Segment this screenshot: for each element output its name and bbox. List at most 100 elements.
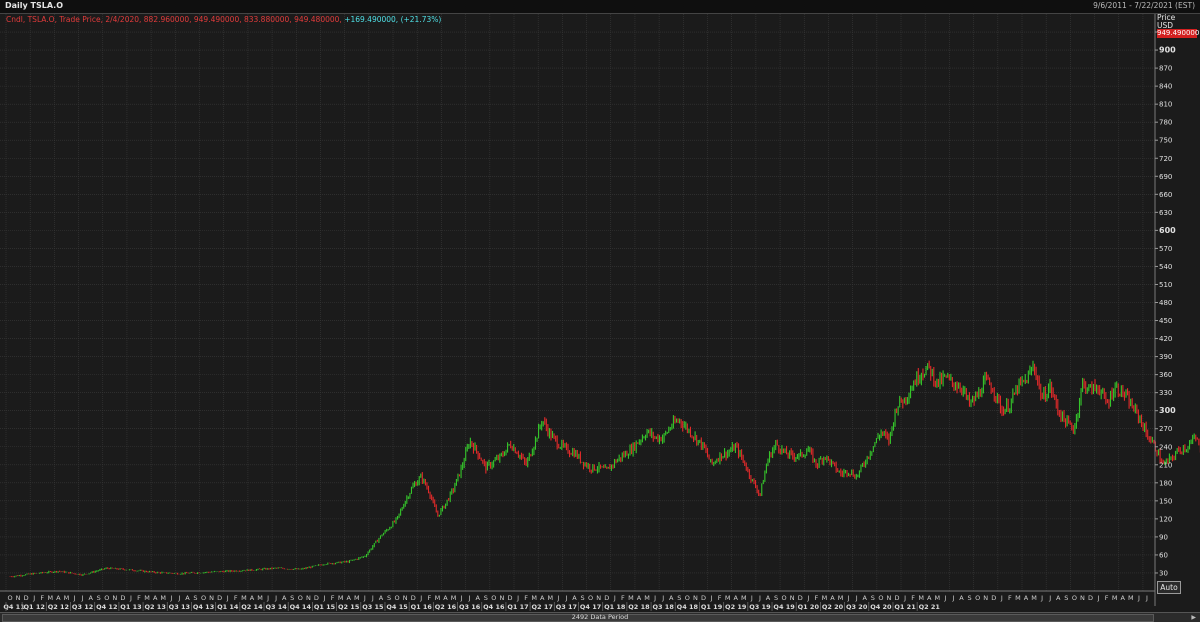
month-tick-label: O	[588, 594, 593, 602]
month-tick-label: M	[531, 594, 537, 602]
month-tick-label: S	[677, 594, 681, 602]
month-tick-label: M	[725, 594, 731, 602]
month-tick-label: F	[234, 594, 238, 602]
month-tick-label: J	[73, 594, 76, 602]
month-tick-label: S	[968, 594, 972, 602]
quarter-tick-label: Q3 19	[749, 603, 771, 611]
quarter-tick-label: Q3 20	[846, 603, 868, 611]
month-tick-label: D	[24, 594, 29, 602]
quarter-tick-label: Q2 14	[241, 603, 263, 611]
price-tick-label: 780	[1159, 119, 1172, 127]
price-tick-label: 450	[1159, 317, 1172, 325]
month-tick-label: J	[177, 594, 180, 602]
quarter-tick-label: Q1 21	[894, 603, 916, 611]
month-tick-label: M	[1031, 594, 1037, 602]
month-tick-label: J	[943, 594, 946, 602]
price-tick-label: 600	[1159, 226, 1176, 235]
quarter-tick-label: Q3 18	[652, 603, 674, 611]
month-tick-label: D	[507, 594, 512, 602]
price-chart[interactable]: 30 60 90 120 150 180 210 240 270 300 330 360 390 420 4…	[0, 14, 1200, 612]
price-tick-label: 150	[1159, 497, 1172, 505]
month-tick-label: D	[120, 594, 125, 602]
month-tick-label: O	[298, 594, 303, 602]
price-tick-label: 420	[1159, 335, 1172, 343]
month-tick-label: J	[129, 594, 132, 602]
auto-scale-button[interactable]: Auto	[1157, 581, 1181, 594]
price-tick-label: 870	[1159, 65, 1172, 73]
month-tick-label: D	[798, 594, 803, 602]
month-tick-label: A	[475, 594, 480, 602]
price-tick-label: 570	[1159, 245, 1172, 253]
quarter-tick-label: Q3 14	[265, 603, 287, 611]
month-tick-label: A	[185, 594, 190, 602]
price-tick-label: 510	[1159, 281, 1172, 289]
month-tick-label: A	[669, 594, 674, 602]
month-tick-label: S	[484, 594, 488, 602]
quarter-tick-label: Q1 19	[701, 603, 723, 611]
legend-series-text: Cndl, TSLA.O, Trade Price, 2/4/2020, 882…	[6, 15, 342, 24]
quarter-tick-label: Q1 15	[314, 603, 336, 611]
quarter-tick-label: Q3 12	[72, 603, 93, 611]
month-tick-label: J	[564, 594, 567, 602]
month-tick-label: J	[1048, 594, 1051, 602]
quarter-tick-label: Q1 16	[411, 603, 433, 611]
month-tick-label: O	[685, 594, 690, 602]
month-tick-label: F	[911, 594, 915, 602]
month-tick-label: J	[363, 594, 366, 602]
month-tick-label: J	[1040, 594, 1043, 602]
quarter-tick-label: Q3 16	[459, 603, 481, 611]
month-tick-label: A	[766, 594, 771, 602]
month-tick-label: M	[48, 594, 54, 602]
month-tick-label: N	[209, 594, 214, 602]
month-tick-label: F	[331, 594, 335, 602]
month-tick-label: M	[354, 594, 360, 602]
month-tick-label: J	[226, 594, 229, 602]
month-tick-label: A	[379, 594, 384, 602]
month-tick-label: J	[653, 594, 656, 602]
month-tick-label: A	[637, 594, 642, 602]
quarter-tick-label: Q2 18	[628, 603, 650, 611]
month-tick-label: M	[144, 594, 150, 602]
month-tick-label: S	[580, 594, 584, 602]
month-tick-label: M	[338, 594, 344, 602]
quarter-tick-label: Q4 15	[386, 603, 408, 611]
month-tick-label: N	[983, 594, 988, 602]
price-tick-label: 30	[1159, 569, 1168, 577]
month-tick-label: M	[451, 594, 457, 602]
month-tick-label: O	[395, 594, 400, 602]
price-tick-label: 180	[1159, 479, 1172, 487]
month-tick-label: J	[951, 594, 954, 602]
month-tick-label: O	[104, 594, 109, 602]
month-tick-label: N	[16, 594, 21, 602]
price-tick-label: 60	[1159, 551, 1168, 559]
month-tick-label: J	[371, 594, 374, 602]
month-tick-label: A	[1024, 594, 1029, 602]
month-tick-label: J	[274, 594, 277, 602]
price-tick-label: 540	[1159, 263, 1172, 271]
month-tick-label: F	[814, 594, 818, 602]
month-tick-label: J	[613, 594, 616, 602]
month-tick-label: A	[540, 594, 545, 602]
month-tick-label: D	[217, 594, 222, 602]
price-tick-label: 270	[1159, 425, 1172, 433]
month-tick-label: M	[257, 594, 263, 602]
quarter-tick-label: Q2 19	[725, 603, 747, 611]
month-tick-label: A	[863, 594, 868, 602]
price-tick-label: 750	[1159, 137, 1172, 145]
date-range: 9/6/2011 - 7/22/2021 (EST)	[1093, 1, 1195, 10]
quarter-tick-label: Q2 12	[48, 603, 69, 611]
quarter-tick-label: Q3 17	[556, 603, 577, 611]
month-tick-label: D	[701, 594, 706, 602]
month-tick-label: N	[790, 594, 795, 602]
month-tick-label: J	[516, 594, 519, 602]
month-tick-label: J	[323, 594, 326, 602]
month-tick-label: J	[855, 594, 858, 602]
month-tick-label: N	[499, 594, 504, 602]
price-tick-label: 390	[1159, 353, 1172, 361]
quarter-tick-label: Q2 17	[532, 603, 553, 611]
month-tick-label: J	[556, 594, 559, 602]
price-tick-label: 810	[1159, 101, 1172, 109]
month-tick-label: M	[935, 594, 941, 602]
month-tick-label: J	[1097, 594, 1100, 602]
quarter-tick-label: Q2 21	[919, 603, 941, 611]
